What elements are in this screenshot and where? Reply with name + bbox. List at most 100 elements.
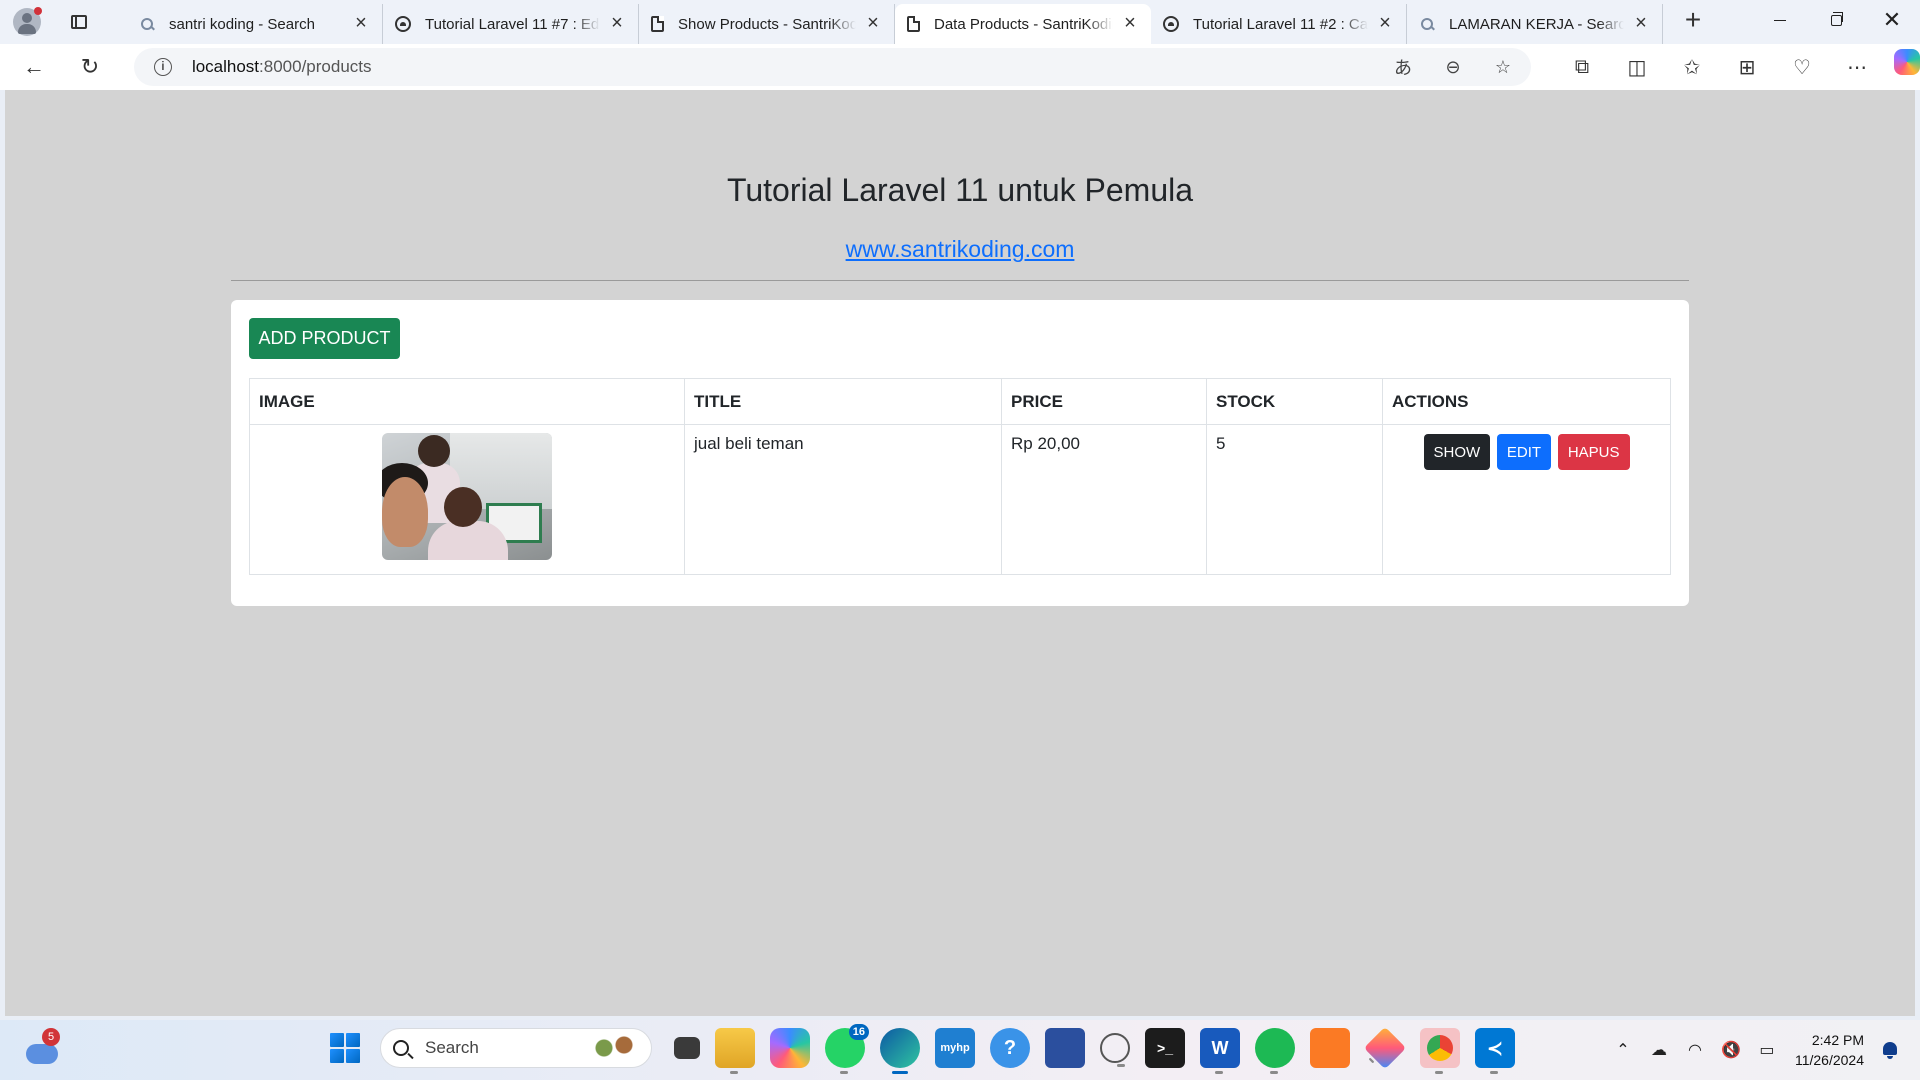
- microsoft-store-icon[interactable]: [1045, 1028, 1085, 1068]
- spotify-icon[interactable]: [1255, 1028, 1295, 1074]
- page-icon: [651, 16, 664, 32]
- delete-button[interactable]: HAPUS: [1557, 434, 1630, 470]
- show-button[interactable]: SHOW: [1423, 434, 1491, 470]
- site-info-icon[interactable]: i: [153, 58, 172, 76]
- tab-data-products[interactable]: Data Products - SantriKoding ×: [895, 4, 1151, 44]
- close-tab-icon[interactable]: ×: [1632, 13, 1650, 33]
- myhp-icon[interactable]: myhp: [935, 1028, 975, 1068]
- task-view-icon[interactable]: [674, 1037, 700, 1059]
- start-button[interactable]: [330, 1033, 360, 1063]
- vscode-icon[interactable]: ≺: [1475, 1028, 1515, 1074]
- site-link[interactable]: www.santrikoding.com: [846, 236, 1075, 262]
- github-icon: [395, 16, 411, 32]
- more-menu-icon[interactable]: ⋯: [1839, 49, 1875, 85]
- minimize-button[interactable]: [1752, 0, 1808, 40]
- product-image: [382, 433, 552, 560]
- table-row: jual beli teman Rp 20,00 5 SHOW EDIT HAP…: [249, 424, 1671, 575]
- close-window-button[interactable]: ✕: [1864, 0, 1920, 40]
- add-product-button[interactable]: ADD PRODUCT: [249, 318, 400, 359]
- favorite-star-icon[interactable]: ☆: [1489, 53, 1517, 81]
- weather-cloud-icon: [26, 1044, 58, 1064]
- zoom-out-icon[interactable]: ⊖: [1439, 53, 1467, 81]
- browser-toolbar: ← ↻ i localhost:8000/products あ ⊖ ☆ ⧉ ◫ …: [0, 44, 1920, 90]
- search-icon: [1419, 16, 1435, 32]
- tab-actions-icon[interactable]: [61, 4, 97, 40]
- clock-time: 2:42 PM: [1811, 1032, 1864, 1048]
- product-image-cell: [249, 424, 685, 575]
- copilot-app-icon[interactable]: [770, 1028, 810, 1068]
- close-tab-icon[interactable]: ×: [352, 13, 370, 33]
- split-screen-icon[interactable]: ◫: [1619, 49, 1655, 85]
- reload-button[interactable]: ↻: [72, 49, 108, 85]
- weather-widget[interactable]: 5: [24, 1028, 60, 1068]
- clock[interactable]: 2:42 PM 11/26/2024: [1795, 1030, 1864, 1070]
- tab-title: Tutorial Laravel 11 #7 : Edit: [425, 15, 600, 33]
- wifi-icon[interactable]: ◠: [1683, 1038, 1707, 1062]
- search-icon: [139, 16, 155, 32]
- volume-muted-icon[interactable]: 🔇: [1719, 1038, 1743, 1062]
- xampp-icon[interactable]: [1310, 1028, 1350, 1068]
- notification-dot-icon: [34, 7, 42, 15]
- system-tray: ⌃ ☁ ◠ 🔇 ▭ 2:42 PM 11/26/2024: [1599, 1028, 1900, 1072]
- tab-santri-koding-search[interactable]: santri koding - Search ×: [127, 4, 383, 44]
- address-bar[interactable]: i localhost:8000/products あ ⊖ ☆: [133, 48, 1531, 86]
- battery-icon[interactable]: ▭: [1755, 1038, 1779, 1062]
- divider: [231, 280, 1689, 281]
- table-header-row: IMAGE TITLE PRICE STOCK ACTIONS: [249, 378, 1671, 425]
- word-icon[interactable]: W: [1200, 1028, 1240, 1074]
- url-host: localhost: [191, 57, 260, 76]
- edit-button[interactable]: EDIT: [1496, 434, 1552, 470]
- taskbar-search[interactable]: Search: [380, 1028, 652, 1068]
- tab-show-products[interactable]: Show Products - SantriKoding ×: [639, 4, 895, 44]
- git-tool-icon[interactable]: [1363, 1026, 1407, 1070]
- new-tab-button[interactable]: +: [1673, 2, 1713, 42]
- tab-strip: santri koding - Search × Tutorial Larave…: [0, 0, 1920, 44]
- collections-icon[interactable]: ⊞: [1729, 49, 1765, 85]
- file-explorer-icon[interactable]: [715, 1028, 755, 1074]
- extensions-icon[interactable]: ⧉: [1564, 49, 1600, 85]
- whatsapp-badge: 16: [848, 1024, 869, 1040]
- clock-date: 11/26/2024: [1794, 1052, 1864, 1068]
- back-button[interactable]: ←: [16, 49, 52, 85]
- toolbar-right: ⧉ ◫ ✩ ⊞ ♡ ⋯: [1545, 49, 1920, 85]
- tab-lamaran-kerja-search[interactable]: LAMARAN KERJA - Search ×: [1407, 4, 1663, 44]
- tab-tutorial-laravel-2[interactable]: Tutorial Laravel 11 #2 : Cara ×: [1151, 4, 1407, 44]
- tab-title: Tutorial Laravel 11 #2 : Cara: [1193, 15, 1368, 33]
- close-tab-icon[interactable]: ×: [864, 13, 882, 33]
- tab-title: Show Products - SantriKoding: [678, 15, 856, 33]
- whatsapp-icon[interactable]: 16: [825, 1024, 869, 1074]
- product-title: jual beli teman: [684, 424, 1002, 575]
- browser-essentials-icon[interactable]: ♡: [1784, 49, 1820, 85]
- tab-tutorial-laravel-7[interactable]: Tutorial Laravel 11 #7 : Edit ×: [383, 4, 639, 44]
- favorites-icon[interactable]: ✩: [1674, 49, 1710, 85]
- close-tab-icon[interactable]: ×: [1121, 13, 1139, 33]
- profile-avatar-icon[interactable]: [13, 7, 42, 36]
- read-aloud-icon[interactable]: あ: [1389, 53, 1417, 81]
- github-icon: [1163, 16, 1179, 32]
- header-title: TITLE: [684, 378, 1002, 425]
- podcast-icon[interactable]: [1100, 1033, 1130, 1067]
- product-stock: 5: [1206, 424, 1383, 575]
- header-actions: ACTIONS: [1382, 378, 1671, 425]
- restore-button[interactable]: [1808, 0, 1864, 40]
- page-title: Tutorial Laravel 11 untuk Pemula: [726, 172, 1194, 208]
- edge-icon[interactable]: [880, 1028, 920, 1074]
- show-hidden-icons-icon[interactable]: ⌃: [1611, 1038, 1635, 1062]
- products-table: IMAGE TITLE PRICE STOCK ACTIONS jual bel…: [249, 378, 1671, 575]
- chrome-icon[interactable]: [1420, 1028, 1460, 1074]
- copilot-icon[interactable]: [1893, 49, 1920, 75]
- get-help-icon[interactable]: ?: [990, 1028, 1030, 1068]
- close-tab-icon[interactable]: ×: [608, 13, 626, 33]
- header-image: IMAGE: [249, 378, 685, 425]
- onedrive-icon[interactable]: ☁: [1647, 1038, 1671, 1062]
- taskbar: 5 Search 16 myhp ? >_ W ≺ ⌃ ☁ ◠ 🔇 ▭ 2:42: [0, 1020, 1920, 1080]
- search-highlight-icon: [589, 1033, 639, 1063]
- tab-title: LAMARAN KERJA - Search: [1449, 15, 1624, 33]
- taskbar-center: Search 16 myhp ? >_ W ≺: [318, 1024, 1515, 1074]
- close-tab-icon[interactable]: ×: [1376, 13, 1394, 33]
- product-price: Rp 20,00: [1001, 424, 1207, 575]
- window-controls: ✕: [1752, 0, 1920, 40]
- terminal-icon[interactable]: >_: [1145, 1028, 1185, 1068]
- notification-bell-icon[interactable]: [1880, 1040, 1900, 1060]
- header-stock: STOCK: [1206, 378, 1383, 425]
